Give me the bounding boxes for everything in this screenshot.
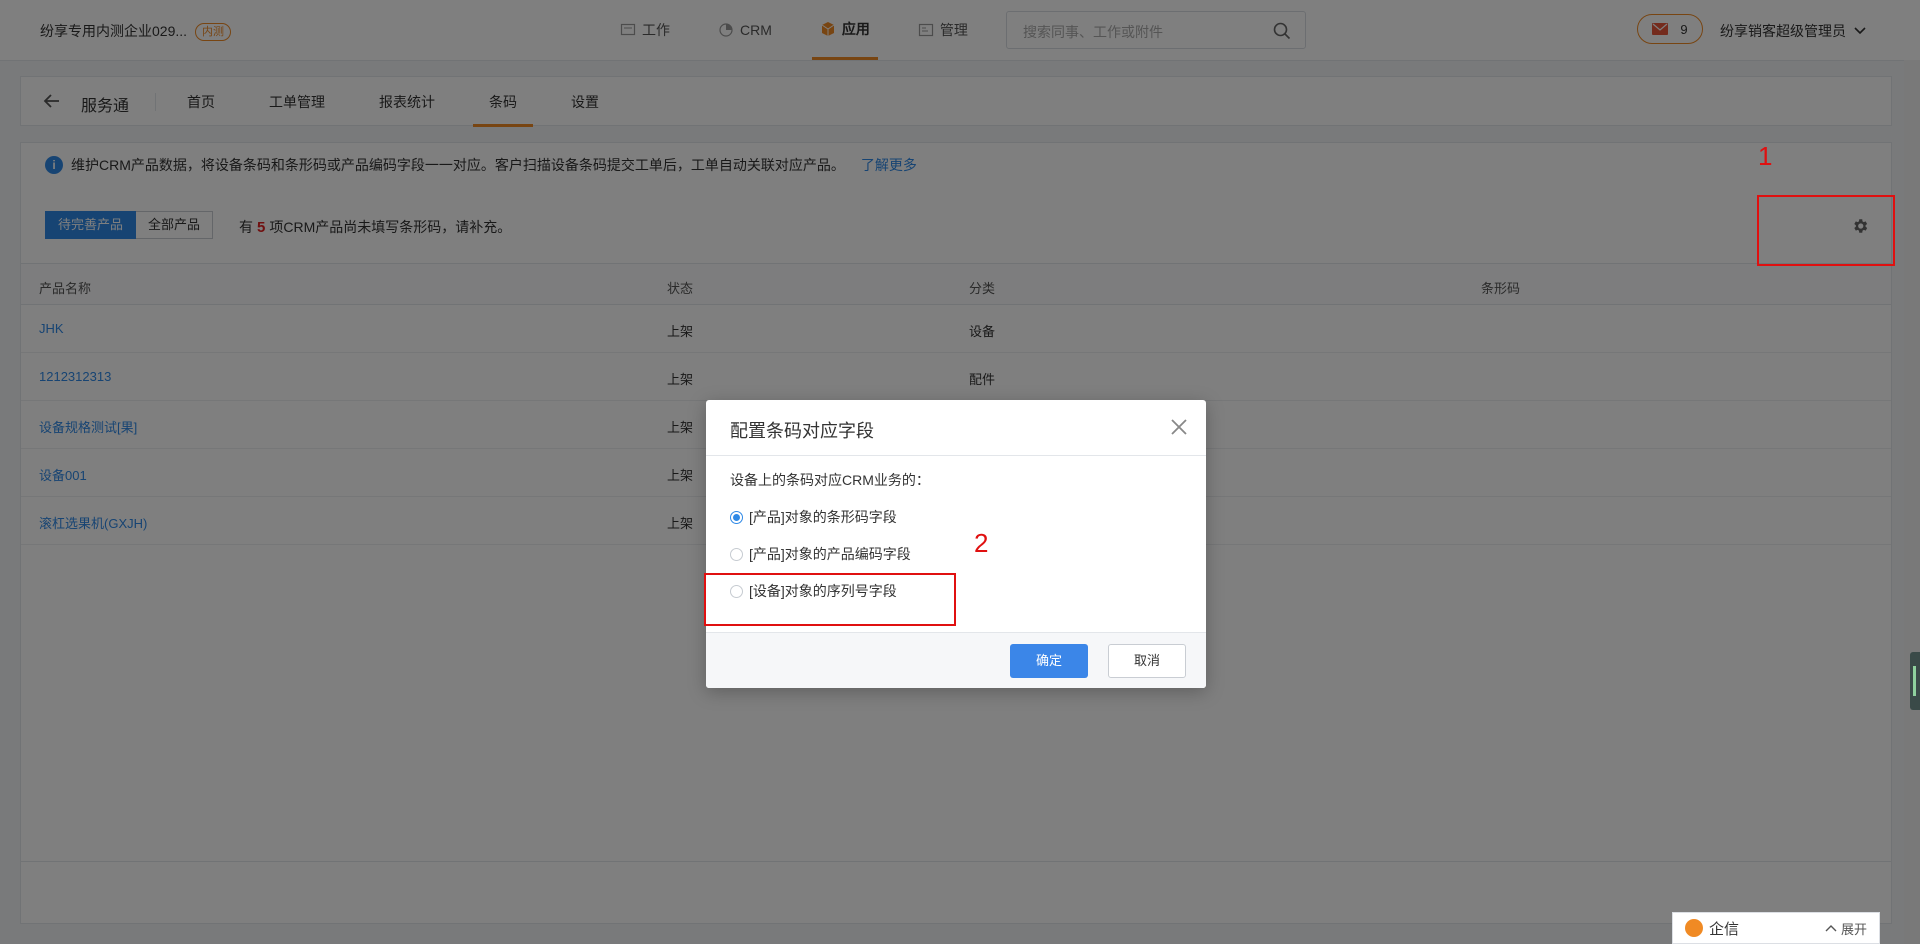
dialog-header: 配置条码对应字段 bbox=[706, 400, 1206, 456]
chat-widget[interactable]: 企信 展开 bbox=[1672, 912, 1880, 944]
option-label: [产品]对象的条形码字段 bbox=[749, 509, 897, 525]
option-label: [产品]对象的产品编码字段 bbox=[749, 546, 911, 562]
annotation-box-gear bbox=[1757, 195, 1895, 266]
dialog-lead-text: 设备上的条码对应CRM业务的： bbox=[730, 472, 930, 488]
dialog-footer: 确定 取消 bbox=[706, 632, 1206, 688]
option-product-code[interactable]: [产品]对象的产品编码字段 bbox=[730, 544, 911, 564]
radio-selected[interactable] bbox=[730, 510, 743, 524]
annotation-number-2: 2 bbox=[974, 528, 989, 558]
chevron-up-icon bbox=[1825, 925, 1837, 932]
confirm-button[interactable]: 确定 bbox=[1010, 644, 1088, 678]
chat-expand-label: 展开 bbox=[1840, 921, 1867, 937]
close-icon[interactable] bbox=[1170, 418, 1188, 436]
option-product-barcode[interactable]: [产品]对象的条形码字段 bbox=[730, 507, 897, 527]
annotation-number-1: 1 bbox=[1758, 141, 1773, 171]
chat-label: 企信 bbox=[1709, 920, 1740, 938]
side-handle[interactable] bbox=[1910, 652, 1920, 710]
barcode-field-dialog: 配置条码对应字段 设备上的条码对应CRM业务的： [产品]对象的条形码字段 [产… bbox=[706, 400, 1206, 688]
chat-icon bbox=[1685, 919, 1703, 937]
dialog-title: 配置条码对应字段 bbox=[730, 421, 874, 441]
radio-unselected[interactable] bbox=[730, 547, 743, 561]
annotation-box-device-option bbox=[704, 573, 956, 626]
chat-expand[interactable]: 展开 bbox=[1825, 919, 1867, 938]
cancel-button[interactable]: 取消 bbox=[1108, 644, 1186, 678]
